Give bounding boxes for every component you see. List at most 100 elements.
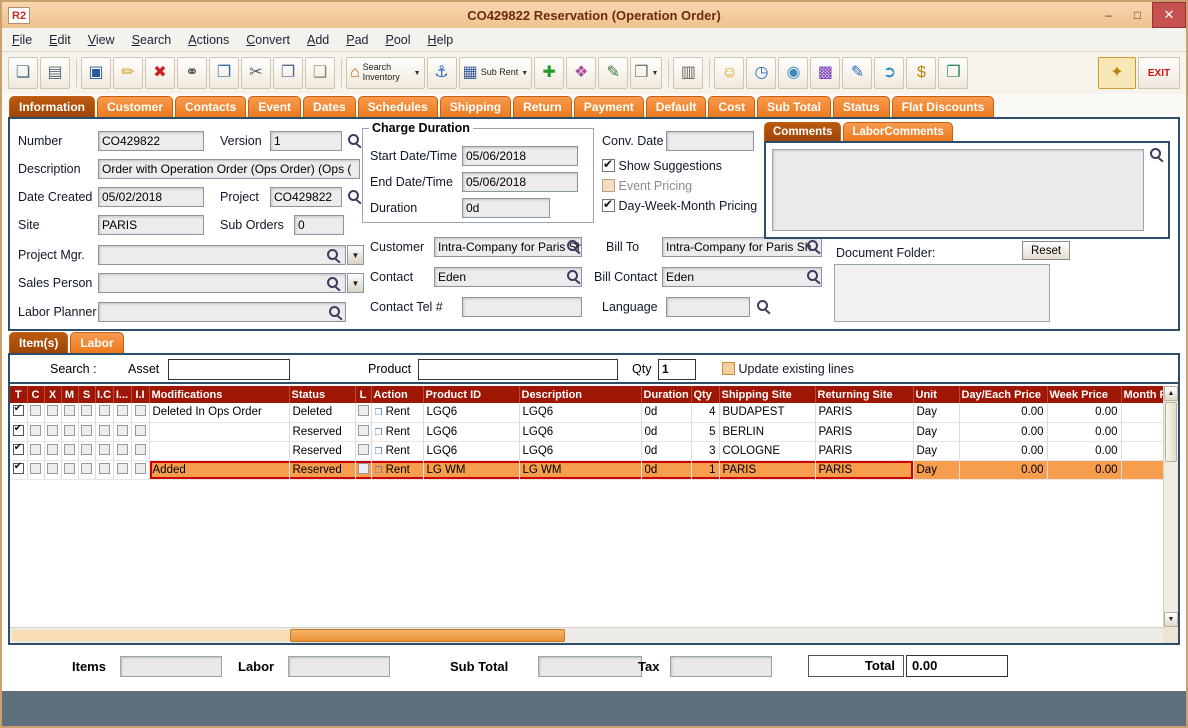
asset-search-input[interactable] bbox=[168, 359, 290, 380]
row-checkbox-x[interactable] bbox=[47, 425, 58, 436]
cell-description[interactable]: LGQ6 bbox=[519, 403, 641, 422]
cell-idot[interactable] bbox=[113, 441, 131, 460]
cell-x[interactable] bbox=[44, 422, 61, 441]
cell-idot[interactable] bbox=[113, 403, 131, 422]
cell-ic[interactable] bbox=[95, 403, 113, 422]
cell-t[interactable] bbox=[10, 441, 27, 460]
column-header-ii[interactable]: I.I bbox=[131, 386, 149, 403]
cell-modifications[interactable]: Added bbox=[149, 460, 289, 479]
cell-modifications[interactable] bbox=[149, 441, 289, 460]
sales-person-search-icon[interactable] bbox=[326, 276, 341, 291]
project-mgr-dropdown-button[interactable]: ▼ bbox=[347, 245, 364, 265]
cell-week_price[interactable]: 0.00 bbox=[1047, 460, 1121, 479]
contact-field[interactable]: Eden bbox=[434, 267, 582, 287]
cell-l[interactable] bbox=[355, 422, 371, 441]
tab-schedules[interactable]: Schedules bbox=[358, 96, 438, 117]
horizontal-scroll-thumb[interactable] bbox=[290, 629, 565, 642]
cell-l[interactable] bbox=[355, 460, 371, 479]
sales-person-field[interactable] bbox=[98, 273, 346, 293]
row-checkbox-t[interactable] bbox=[13, 463, 24, 474]
cell-status[interactable]: Deleted bbox=[289, 403, 355, 422]
column-header-unit[interactable]: Unit bbox=[913, 386, 959, 403]
column-header-l[interactable]: L bbox=[355, 386, 371, 403]
row-checkbox-ic[interactable] bbox=[99, 405, 110, 416]
sub-rent-button-dropdown[interactable]: ▼ bbox=[521, 70, 528, 77]
column-header-duration[interactable]: Duration bbox=[641, 386, 691, 403]
bill-to-field[interactable]: Intra-Company for Paris Sh bbox=[662, 237, 822, 257]
event-pricing-checkbox[interactable] bbox=[602, 179, 615, 192]
cell-status[interactable]: Reserved bbox=[289, 422, 355, 441]
convert-order-button[interactable]: ❐ bbox=[209, 57, 239, 89]
cell-product_id[interactable]: LG WM bbox=[423, 460, 519, 479]
comments-textarea[interactable] bbox=[772, 149, 1144, 231]
cell-t[interactable] bbox=[10, 403, 27, 422]
cell-qty[interactable]: 4 bbox=[691, 403, 719, 422]
row-checkbox-t[interactable] bbox=[13, 425, 24, 436]
row-checkbox-l[interactable] bbox=[358, 463, 369, 474]
cell-m[interactable] bbox=[61, 422, 78, 441]
site-field[interactable]: PARIS bbox=[98, 215, 204, 235]
find-button[interactable]: ⚭ bbox=[177, 57, 207, 89]
cell-ii[interactable] bbox=[131, 441, 149, 460]
row-checkbox-c[interactable] bbox=[30, 444, 41, 455]
cell-c[interactable] bbox=[27, 403, 44, 422]
cell-x[interactable] bbox=[44, 460, 61, 479]
cell-c[interactable] bbox=[27, 422, 44, 441]
cell-duration[interactable]: 0d bbox=[641, 460, 691, 479]
cell-s[interactable] bbox=[78, 422, 95, 441]
tab-laborcomments[interactable]: LaborComments bbox=[843, 122, 952, 141]
add-line-button[interactable]: ✚ bbox=[534, 57, 564, 89]
cell-m[interactable] bbox=[61, 403, 78, 422]
cell-day_each_price[interactable]: 0.00 bbox=[959, 403, 1047, 422]
cell-unit[interactable]: Day bbox=[913, 460, 959, 479]
scroll-up-button[interactable]: ▲ bbox=[1164, 386, 1178, 401]
labor-planner-search-icon[interactable] bbox=[328, 305, 343, 320]
edit-button[interactable]: ✏ bbox=[113, 57, 143, 89]
cell-idot[interactable] bbox=[113, 422, 131, 441]
column-header-day_each_price[interactable]: Day/Each Price bbox=[959, 386, 1047, 403]
column-header-t[interactable]: T bbox=[10, 386, 27, 403]
save-button[interactable]: ▣ bbox=[81, 57, 111, 89]
row-checkbox-ii[interactable] bbox=[135, 425, 146, 436]
cell-day_each_price[interactable]: 0.00 bbox=[959, 441, 1047, 460]
column-header-m[interactable]: M bbox=[61, 386, 78, 403]
cell-l[interactable] bbox=[355, 441, 371, 460]
row-checkbox-ii[interactable] bbox=[135, 444, 146, 455]
cell-unit[interactable]: Day bbox=[913, 403, 959, 422]
printer-setup-button[interactable]: ▥ bbox=[673, 57, 703, 89]
update-existing-checkbox[interactable] bbox=[722, 362, 735, 375]
menu-convert[interactable]: Convert bbox=[246, 33, 290, 47]
cell-ii[interactable] bbox=[131, 422, 149, 441]
smiley-button[interactable]: ☺ bbox=[714, 57, 744, 89]
cell-duration[interactable]: 0d bbox=[641, 441, 691, 460]
notes-button[interactable]: ✎ bbox=[598, 57, 628, 89]
menu-actions[interactable]: Actions bbox=[188, 33, 229, 47]
cell-product_id[interactable]: LGQ6 bbox=[423, 422, 519, 441]
description-field[interactable]: Order with Operation Order (Ops Order) (… bbox=[98, 159, 360, 179]
cell-qty[interactable]: 1 bbox=[691, 460, 719, 479]
cell-qty[interactable]: 3 bbox=[691, 441, 719, 460]
cell-t[interactable] bbox=[10, 422, 27, 441]
sub-orders-field[interactable]: 0 bbox=[294, 215, 344, 235]
comments-search-icon[interactable] bbox=[1149, 147, 1164, 162]
column-header-status[interactable]: Status bbox=[289, 386, 355, 403]
cell-action[interactable]: ❒Rent bbox=[371, 403, 423, 422]
cell-week_price[interactable]: 0.00 bbox=[1047, 441, 1121, 460]
customer-field[interactable]: Intra-Company for Paris Sho bbox=[434, 237, 582, 257]
row-checkbox-l[interactable] bbox=[358, 444, 369, 455]
start-datetime-field[interactable]: 05/06/2018 bbox=[462, 146, 578, 166]
cell-unit[interactable]: Day bbox=[913, 441, 959, 460]
row-checkbox-ii[interactable] bbox=[135, 463, 146, 474]
contact-search-icon[interactable] bbox=[566, 269, 581, 284]
row-checkbox-idot[interactable] bbox=[117, 463, 128, 474]
row-checkbox-t[interactable] bbox=[13, 405, 24, 416]
contact-tel-field[interactable] bbox=[462, 297, 582, 317]
tab-sub-total[interactable]: Sub Total bbox=[757, 96, 831, 117]
cell-s[interactable] bbox=[78, 403, 95, 422]
cell-x[interactable] bbox=[44, 403, 61, 422]
end-datetime-field[interactable]: 05/06/2018 bbox=[462, 172, 578, 192]
row-checkbox-s[interactable] bbox=[81, 425, 92, 436]
row-checkbox-s[interactable] bbox=[81, 463, 92, 474]
cell-modifications[interactable] bbox=[149, 422, 289, 441]
column-header-x[interactable]: X bbox=[44, 386, 61, 403]
